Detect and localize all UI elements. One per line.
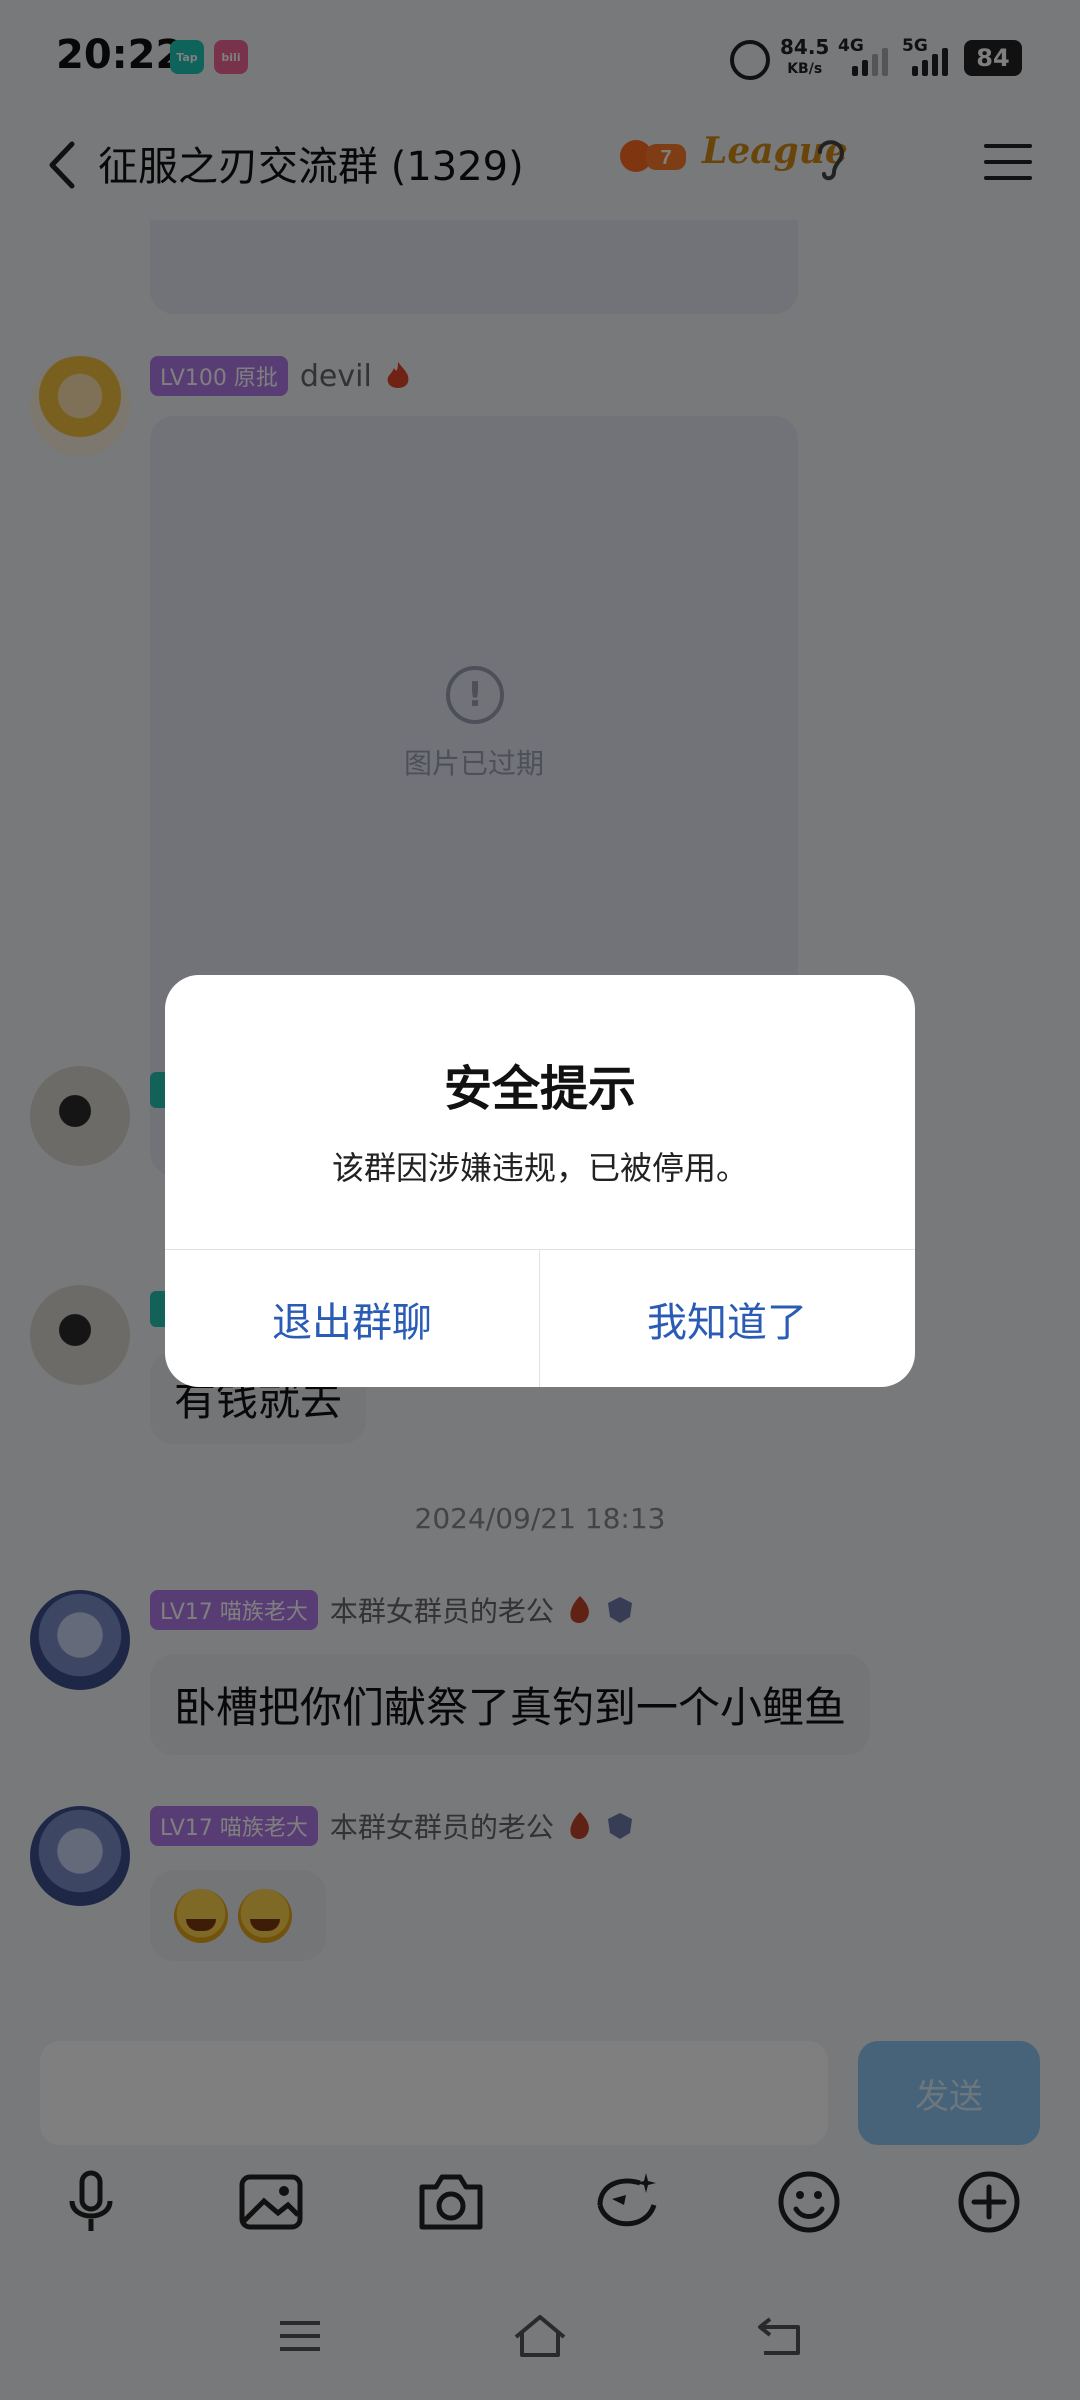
dialog-message: 该群因涉嫌违规，已被停用。 bbox=[331, 1149, 748, 1187]
dialog-title: 安全提示 bbox=[443, 1061, 636, 1117]
security-alert-dialog: 安全提示 该群因涉嫌违规，已被停用。 退出群聊 我知道了 bbox=[165, 975, 915, 1387]
exit-group-button[interactable]: 退出群聊 bbox=[165, 1250, 539, 1387]
acknowledge-button[interactable]: 我知道了 bbox=[540, 1250, 914, 1387]
